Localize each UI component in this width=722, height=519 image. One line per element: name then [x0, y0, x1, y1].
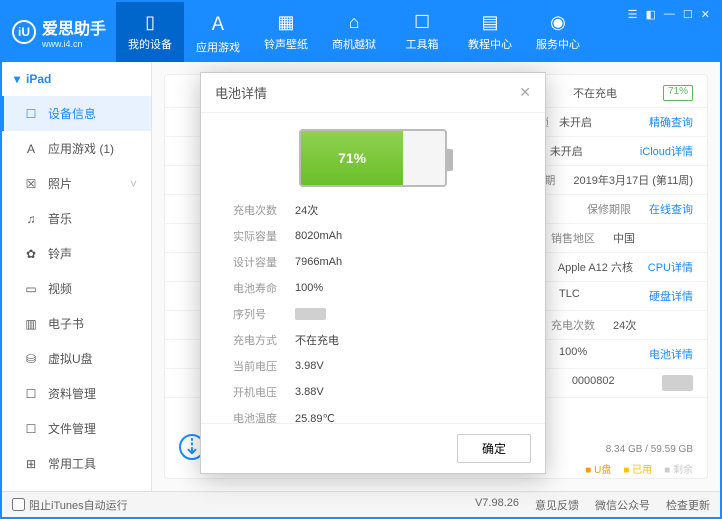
book-icon: ▥ [24, 317, 38, 331]
sidebar-item-ringtones[interactable]: ✿铃声 [2, 236, 151, 271]
toolbox-icon: ☐ [414, 12, 430, 33]
photos-icon: ☒ [24, 177, 38, 191]
chevron-icon: ˅ [130, 177, 137, 191]
jailbreak-icon: ⌂ [349, 12, 360, 33]
table-row: 开机电压3.88V [229, 379, 527, 405]
info-icon: ☐ [24, 107, 38, 121]
video-icon: ▭ [24, 282, 38, 296]
table-row: 充电次数24次 [229, 197, 527, 223]
nav-jailbreak[interactable]: ⌂商机越狱 [320, 2, 388, 62]
battery-badge: 71% [663, 85, 693, 101]
sidebar-device-header[interactable]: ▾iPad [2, 62, 151, 96]
table-row: 实际容量8020mAh [229, 223, 527, 249]
table-row: 电池寿命100% [229, 275, 527, 301]
sidebar-item-photos[interactable]: ☒照片˅ [2, 166, 151, 201]
block-itunes-checkbox[interactable]: 阻止iTunes自动运行 [12, 497, 128, 513]
sidebar-item-video[interactable]: ▭视频 [2, 271, 151, 306]
table-row: 电池温度25.89℃ [229, 405, 527, 423]
apps-icon: Ａ [209, 10, 227, 36]
link-battery[interactable]: 电池详情 [649, 346, 693, 362]
ringtone-icon: ✿ [24, 247, 38, 261]
data-icon: ☐ [24, 387, 38, 401]
link-icloud[interactable]: iCloud详情 [640, 143, 693, 159]
tools-icon: ⊞ [24, 457, 38, 471]
link-warranty[interactable]: 在线查询 [649, 201, 693, 217]
sidebar-item-ebooks[interactable]: ▥电子书 [2, 306, 151, 341]
app-header: iU 爱思助手 www.i4.cn ▯我的设备 Ａ应用游戏 ▦铃声壁纸 ⌂商机越… [2, 2, 720, 62]
nav-tutorials[interactable]: ▤教程中心 [456, 2, 524, 62]
apps-icon: A [24, 142, 38, 156]
checkbox-input[interactable] [12, 498, 25, 511]
version-text: V7.98.26 [475, 497, 519, 513]
nav-ringtones[interactable]: ▦铃声壁纸 [252, 2, 320, 62]
minimize-icon[interactable]: — [664, 8, 675, 21]
battery-table: 充电次数24次实际容量8020mAh设计容量7966mAh电池寿命100%序列号… [201, 197, 545, 423]
logo-url: www.i4.cn [42, 39, 106, 49]
link-disk[interactable]: 硬盘详情 [649, 288, 693, 304]
link-cpu[interactable]: CPU详情 [648, 259, 693, 275]
sidebar-item-files[interactable]: ☐文件管理 [2, 411, 151, 446]
link-feedback[interactable]: 意见反馈 [535, 497, 579, 513]
status-bar: 阻止iTunes自动运行 V7.98.26 意见反馈 微信公众号 检查更新 [2, 491, 720, 517]
device-icon: ▯ [145, 12, 155, 33]
music-icon: ♫ [24, 212, 38, 226]
modal-close-button[interactable]: ✕ [519, 84, 531, 101]
maximize-icon[interactable]: ☐ [683, 8, 693, 21]
link-check-update[interactable]: 检查更新 [666, 497, 710, 513]
table-row: 序列号████ [229, 301, 527, 327]
nav-service[interactable]: ◉服务中心 [524, 2, 592, 62]
ringtone-icon: ▦ [278, 12, 295, 33]
chevron-down-icon: ▾ [14, 72, 20, 86]
close-icon[interactable]: ✕ [701, 8, 710, 21]
ok-button[interactable]: 确定 [457, 434, 531, 463]
action-row: ⟳OS更新 ⇄迁移设备数据 ⋯更多功能 [165, 482, 707, 491]
link-wechat[interactable]: 微信公众号 [595, 497, 650, 513]
battery-details-modal: 电池详情 ✕ 71% 充电次数24次实际容量8020mAh设计容量7966mAh… [200, 72, 546, 474]
sidebar-item-udisk[interactable]: ⛁虚拟U盘 [2, 341, 151, 376]
redacted: ████ [662, 375, 693, 391]
logo-text: 爱思助手 [42, 15, 106, 39]
nav-toolbox[interactable]: ☐工具箱 [388, 2, 456, 62]
battery-visual: 71% [201, 113, 545, 197]
modal-header: 电池详情 ✕ [201, 73, 545, 113]
nav-apps[interactable]: Ａ应用游戏 [184, 2, 252, 62]
sidebar-item-tools[interactable]: ⊞常用工具 [2, 446, 151, 481]
service-icon: ◉ [550, 12, 566, 33]
disk-icon: ⛁ [24, 352, 38, 366]
sidebar-item-device-info[interactable]: ☐设备信息 [2, 96, 151, 131]
window-controls: ☰ ◧ — ☐ ✕ [628, 2, 720, 21]
sidebar-item-apps[interactable]: A应用游戏 (1) [2, 131, 151, 166]
top-nav: ▯我的设备 Ａ应用游戏 ▦铃声壁纸 ⌂商机越狱 ☐工具箱 ▤教程中心 ◉服务中心 [116, 2, 628, 62]
logo-icon: iU [12, 20, 36, 44]
menu-icon[interactable]: ☰ [628, 8, 638, 21]
table-row: 充电方式不在充电 [229, 327, 527, 353]
nav-my-device[interactable]: ▯我的设备 [116, 2, 184, 62]
table-row: 当前电压3.98V [229, 353, 527, 379]
table-row: 设计容量7966mAh [229, 249, 527, 275]
modal-title: 电池详情 [215, 83, 267, 102]
book-icon: ▤ [482, 12, 499, 33]
app-logo: iU 爱思助手 www.i4.cn [2, 15, 116, 49]
battery-fill: 71% [301, 131, 403, 185]
skin-icon[interactable]: ◧ [646, 8, 656, 21]
sidebar: ▾iPad ☐设备信息 A应用游戏 (1) ☒照片˅ ♫音乐 ✿铃声 ▭视频 ▥… [2, 62, 152, 491]
sidebar-item-music[interactable]: ♫音乐 [2, 201, 151, 236]
link-query[interactable]: 精确查询 [649, 114, 693, 130]
files-icon: ☐ [24, 422, 38, 436]
sidebar-item-data[interactable]: ☐资料管理 [2, 376, 151, 411]
